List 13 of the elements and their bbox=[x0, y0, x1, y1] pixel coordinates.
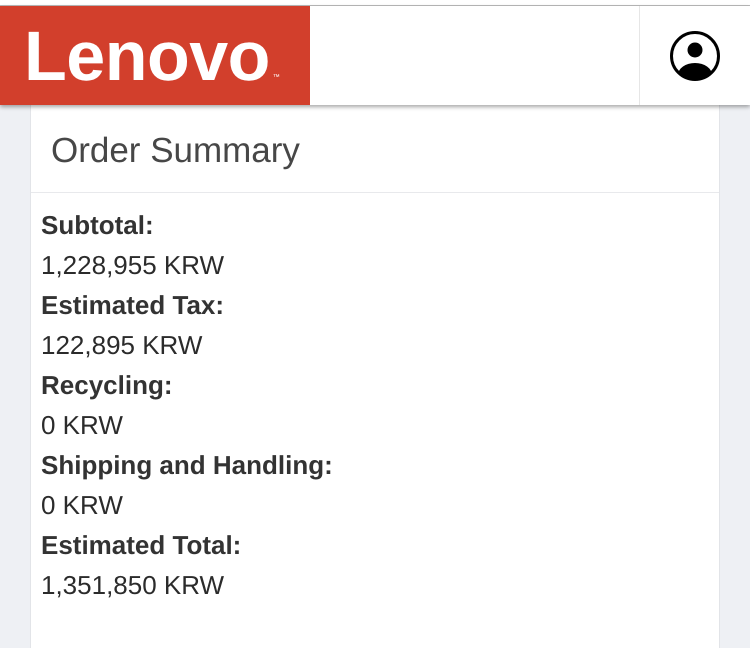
order-summary-title: Order Summary bbox=[51, 130, 300, 170]
summary-label: Subtotal: bbox=[41, 209, 154, 242]
summary-value: 1,228,955 KRW bbox=[41, 249, 224, 282]
summary-value: 1,351,850 KRW bbox=[41, 569, 224, 602]
summary-value: 0 KRW bbox=[41, 489, 123, 522]
summary-value: 122,895 KRW bbox=[41, 329, 202, 362]
summary-value: 0 KRW bbox=[41, 409, 123, 442]
summary-label: Shipping and Handling: bbox=[41, 449, 333, 482]
summary-label: Estimated Total: bbox=[41, 529, 242, 562]
summary-label: Estimated Tax: bbox=[41, 289, 224, 322]
summary-label: Recycling: bbox=[41, 369, 172, 402]
user-icon bbox=[670, 30, 720, 80]
account-button[interactable] bbox=[639, 6, 750, 105]
